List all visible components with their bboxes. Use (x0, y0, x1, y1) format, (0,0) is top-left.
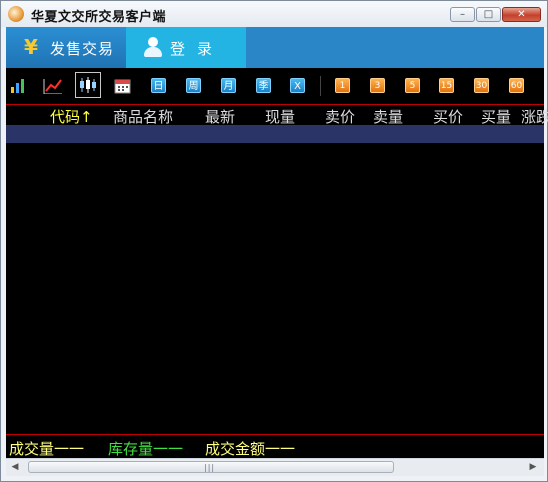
bar-chart-icon[interactable] (10, 78, 26, 94)
scroll-thumb[interactable]: ||| (28, 461, 394, 473)
column-header-ask-price[interactable]: 卖价 (325, 106, 355, 127)
tab-sale-trade-label: 发售交易 (50, 40, 115, 58)
minute-30-button[interactable]: 30 (474, 78, 489, 93)
title-bar[interactable]: 华夏文交所交易客户端 – □ ✕ (1, 1, 547, 27)
period-day-button[interactable]: 日 (151, 78, 166, 93)
period-week-button[interactable]: 周 (186, 78, 201, 93)
user-icon (144, 37, 162, 57)
column-header-latest[interactable]: 最新 (205, 106, 235, 127)
minute-60-button[interactable]: 60 (509, 78, 524, 93)
line-chart-icon[interactable] (43, 78, 63, 94)
close-button[interactable]: ✕ (502, 7, 541, 22)
quote-grid[interactable]: 代码↑ 商品名称 最新 现量 卖价 卖量 买价 买量 涨跌 成交量一一 库存量一… (6, 104, 548, 460)
period-month-button[interactable]: 月 (221, 78, 236, 93)
tab-sale-trade[interactable]: ¥ 发售交易 (6, 27, 126, 68)
horizontal-scrollbar[interactable]: ◀ ||| ▶ (6, 458, 544, 476)
tab-login-label: 登录 (170, 40, 225, 58)
period-x-button[interactable]: X (290, 78, 305, 93)
candlestick-button[interactable] (75, 72, 101, 98)
column-header-row: 代码↑ 商品名称 最新 现量 卖价 卖量 买价 买量 涨跌 (6, 105, 548, 127)
minute-1-button[interactable]: 1 (335, 78, 350, 93)
status-amount: 成交金额一一 (205, 440, 296, 458)
scroll-grip-icon: ||| (204, 463, 216, 472)
toolbar-divider (320, 76, 321, 96)
column-header-bid-price[interactable]: 买价 (433, 106, 463, 127)
candlestick-icon (80, 77, 96, 93)
column-header-code[interactable]: 代码↑ (50, 106, 93, 127)
status-volume: 成交量一一 (9, 440, 85, 458)
tab-login[interactable]: 登录 (126, 27, 246, 68)
minimize-button[interactable]: – (450, 7, 475, 22)
period-quarter-button[interactable]: 季 (256, 78, 271, 93)
minute-15-button[interactable]: 15 (439, 78, 454, 93)
calendar-icon[interactable] (114, 78, 131, 94)
column-header-change[interactable]: 涨跌 (521, 106, 548, 127)
selected-row[interactable] (6, 126, 544, 143)
maximize-button[interactable]: □ (476, 7, 501, 22)
window-title: 华夏文交所交易客户端 (31, 10, 167, 25)
column-header-bid-volume[interactable]: 买量 (481, 106, 511, 127)
status-bar: 成交量一一 库存量一一 成交金额一一 (6, 434, 544, 460)
column-header-ask-volume[interactable]: 卖量 (373, 106, 403, 127)
scroll-right-arrow-icon[interactable]: ▶ (526, 461, 540, 474)
minute-3-button[interactable]: 3 (370, 78, 385, 93)
column-header-name[interactable]: 商品名称 (113, 106, 173, 127)
header-tabs: ¥ 发售交易 登录 (6, 27, 544, 68)
app-logo-icon (8, 6, 24, 22)
yen-icon: ¥ (24, 35, 38, 59)
scroll-left-arrow-icon[interactable]: ◀ (8, 461, 22, 474)
column-header-current-volume[interactable]: 现量 (265, 106, 295, 127)
app-window: 华夏文交所交易客户端 – □ ✕ ¥ 发售交易 登录 日 周 月 季 X 1 3… (0, 0, 548, 482)
status-stock: 库存量一一 (108, 440, 184, 458)
minute-5-button[interactable]: 5 (405, 78, 420, 93)
toolbar: 日 周 月 季 X 1 3 5 15 30 60 (6, 68, 544, 104)
